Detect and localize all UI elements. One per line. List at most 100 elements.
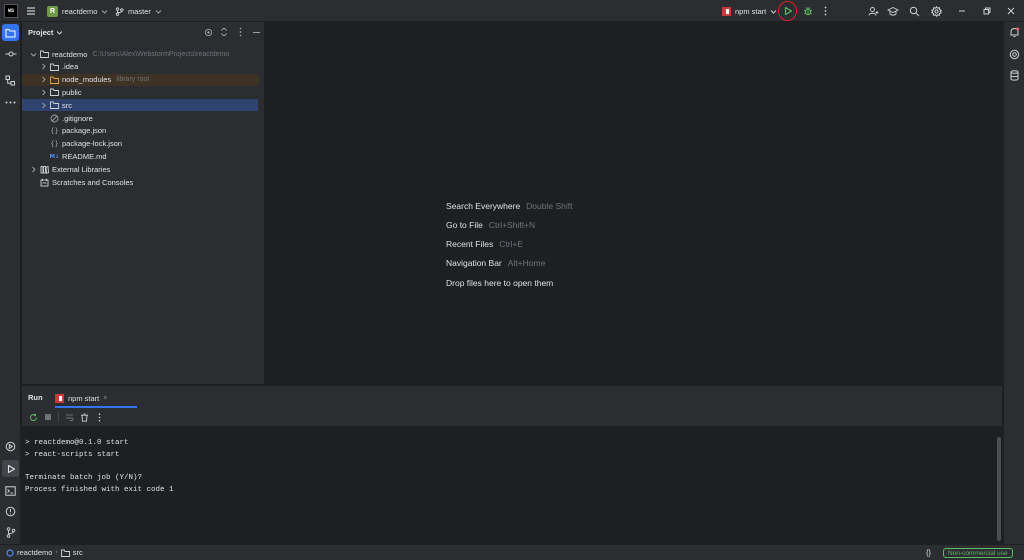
run-icon bbox=[7, 464, 15, 473]
console-scrollbar[interactable] bbox=[997, 437, 1001, 541]
soft-wrap-button[interactable] bbox=[64, 412, 74, 422]
run-tool-button[interactable] bbox=[2, 460, 19, 477]
git-tool-button[interactable] bbox=[2, 524, 19, 541]
hide-panel-button[interactable] bbox=[251, 26, 261, 38]
json-file-icon: {} bbox=[50, 139, 59, 148]
stop-button[interactable] bbox=[43, 412, 53, 422]
tree-node[interactable]: Scratches and Consoles bbox=[22, 176, 258, 188]
chevron-down-icon bbox=[102, 9, 108, 14]
project-view-selector[interactable]: Project bbox=[28, 28, 63, 37]
settings-button[interactable] bbox=[929, 4, 943, 18]
rerun-icon bbox=[29, 413, 37, 421]
tree-node-hint: C:\Users\Alex\WebstormProjects\reactdemo bbox=[92, 50, 230, 58]
window-restore-button[interactable] bbox=[980, 4, 994, 18]
chevron-down-icon bbox=[155, 9, 162, 14]
tree-node[interactable]: External Libraries bbox=[22, 163, 258, 175]
chevron-right-icon[interactable] bbox=[40, 76, 47, 83]
folder-icon bbox=[60, 549, 70, 557]
search-everywhere-button[interactable] bbox=[907, 4, 921, 18]
ai-assistant-tool-button[interactable] bbox=[1006, 46, 1023, 63]
options-icon bbox=[239, 27, 241, 37]
problems-tool-button[interactable] bbox=[2, 503, 19, 520]
chevron-right-icon[interactable] bbox=[40, 63, 47, 70]
vcs-branch-switcher[interactable]: master bbox=[115, 4, 162, 18]
json-schema-indicator[interactable]: {} bbox=[926, 548, 931, 557]
run-toolbar bbox=[22, 410, 104, 424]
tree-node-label: External Libraries bbox=[52, 164, 111, 174]
structure-icon bbox=[5, 75, 15, 86]
project-switcher[interactable]: R reactdemo bbox=[47, 4, 108, 18]
toolbar-separator bbox=[58, 412, 59, 422]
database-icon bbox=[1010, 70, 1019, 81]
more-tool-windows-button[interactable] bbox=[2, 94, 19, 111]
run-tab-label: npm start bbox=[68, 393, 100, 403]
terminal-tool-button[interactable] bbox=[2, 482, 19, 499]
debug-icon bbox=[803, 6, 813, 16]
search-icon bbox=[909, 6, 919, 16]
tree-node[interactable]: .idea bbox=[22, 61, 258, 73]
tab-close-button[interactable]: × bbox=[103, 395, 107, 402]
window-minimize-button[interactable] bbox=[955, 4, 969, 18]
app-logo[interactable]: WS bbox=[4, 4, 18, 18]
chevron-down-icon[interactable] bbox=[30, 51, 37, 58]
project-module-icon bbox=[6, 548, 14, 557]
soft-wrap-icon bbox=[65, 414, 74, 421]
hint-search-everywhere: Search Everywhere Double Shift bbox=[446, 201, 572, 211]
chevron-right-icon[interactable] bbox=[30, 166, 37, 173]
database-tool-button[interactable] bbox=[1006, 67, 1023, 84]
expand-collapse-button[interactable] bbox=[219, 26, 229, 38]
run-more-actions-button[interactable] bbox=[820, 4, 830, 18]
panel-options-button[interactable] bbox=[235, 26, 245, 38]
status-bar: reactdemo › src {} Non-commercial use bbox=[0, 544, 1024, 560]
breadcrumb-separator: › bbox=[55, 549, 58, 556]
tree-node[interactable]: M↓ README.md bbox=[22, 150, 258, 162]
terminal-icon bbox=[5, 485, 16, 496]
chevron-right-icon[interactable] bbox=[40, 102, 47, 109]
chevron-right-icon[interactable] bbox=[40, 89, 47, 96]
main-menu-button[interactable] bbox=[25, 5, 37, 17]
locate-file-button[interactable] bbox=[203, 26, 213, 38]
tree-node-label: Scratches and Consoles bbox=[52, 177, 134, 187]
notifications-tool-button[interactable] bbox=[1006, 24, 1023, 41]
more-actions-button[interactable] bbox=[94, 412, 104, 422]
tree-node[interactable]: {} package.json bbox=[22, 125, 258, 137]
clear-console-button[interactable] bbox=[79, 412, 89, 422]
project-name: reactdemo bbox=[62, 6, 98, 16]
folder-icon bbox=[50, 88, 59, 97]
tree-node-label: reactdemo bbox=[52, 49, 88, 59]
chevron-down-icon bbox=[57, 31, 63, 35]
npm-icon bbox=[722, 6, 731, 16]
tab-npm-start[interactable]: npm start × bbox=[55, 391, 107, 405]
tree-node[interactable]: .gitignore bbox=[22, 112, 258, 124]
commit-tool-button[interactable] bbox=[2, 45, 19, 62]
run-config-name: npm start bbox=[735, 6, 767, 16]
tree-node[interactable]: reactdemo C:\Users\Alex\WebstormProjects\… bbox=[22, 48, 258, 60]
debug-button[interactable] bbox=[801, 4, 815, 18]
more-tools-icon bbox=[5, 101, 16, 104]
code-with-me-button[interactable] bbox=[866, 4, 880, 18]
rerun-button[interactable] bbox=[28, 412, 38, 422]
structure-tool-button[interactable] bbox=[2, 72, 19, 89]
tree-node[interactable]: {} package-lock.json bbox=[22, 138, 258, 150]
console-output[interactable]: > reactdemo@0.1.0 start > react-scripts … bbox=[22, 426, 1002, 545]
project-tool-button[interactable] bbox=[2, 24, 19, 41]
learn-button[interactable] bbox=[886, 4, 900, 18]
tree-node[interactable]: src bbox=[22, 99, 258, 112]
tree-node[interactable]: node_modules library root bbox=[22, 73, 258, 86]
run-tool-window: Run npm start × > reactdemo@0.1.0 start … bbox=[22, 385, 1002, 545]
window-close-button[interactable] bbox=[1004, 4, 1018, 18]
run-configuration-selector[interactable]: npm start bbox=[722, 4, 777, 18]
hint-shortcut: Ctrl+Shift+N bbox=[488, 220, 536, 230]
breadcrumb-item[interactable]: src bbox=[73, 548, 83, 557]
svg-text:M↓: M↓ bbox=[50, 155, 59, 161]
services-tool-button[interactable] bbox=[2, 438, 19, 455]
breadcrumb-item[interactable]: reactdemo bbox=[17, 548, 52, 557]
tree-node[interactable]: public bbox=[22, 86, 258, 98]
license-badge[interactable]: Non-commercial use bbox=[943, 548, 1013, 558]
branch-icon bbox=[115, 6, 124, 16]
hint-go-to-file: Go to File Ctrl+Shift+N bbox=[446, 220, 535, 230]
active-tab-indicator bbox=[55, 406, 137, 408]
folder-icon bbox=[50, 75, 59, 84]
tree-node-label: README.md bbox=[62, 151, 107, 161]
